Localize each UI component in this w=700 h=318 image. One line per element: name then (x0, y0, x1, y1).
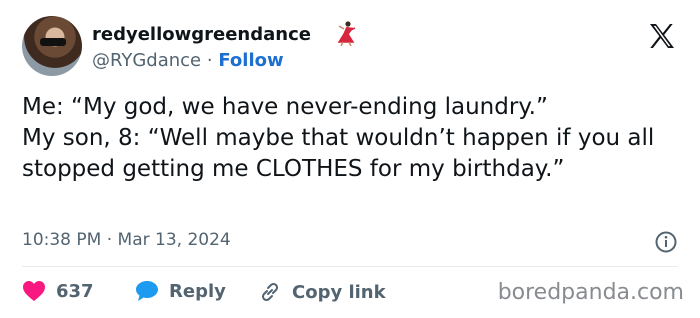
reply-button[interactable]: Reply (135, 280, 226, 302)
divider (22, 266, 678, 267)
x-logo-icon[interactable] (646, 20, 678, 52)
follow-button[interactable]: Follow (218, 50, 283, 71)
separator: · (206, 50, 213, 71)
tweet-timestamp[interactable]: 10:38 PM · Mar 13, 2024 (22, 230, 231, 250)
copy-link-button[interactable]: Copy link (258, 280, 386, 304)
reply-bubble-icon (136, 281, 158, 301)
copy-link-label: Copy link (292, 281, 386, 303)
dancer-emoji-icon (337, 21, 356, 46)
tweet-text: Me: “My god, we have never-ending laundr… (22, 94, 655, 182)
heart-icon (23, 281, 45, 301)
handle[interactable]: @RYGdance (92, 50, 201, 71)
handle-row: @RYGdance · Follow (92, 50, 284, 71)
like-button[interactable]: 637 (22, 280, 94, 302)
avatar[interactable] (22, 16, 82, 76)
link-icon (261, 282, 279, 302)
like-count: 637 (56, 280, 94, 302)
info-icon[interactable] (654, 230, 678, 254)
reply-label: Reply (169, 280, 226, 302)
watermark: boredpanda.com (497, 280, 684, 305)
display-name[interactable]: redyellowgreendance (92, 24, 311, 45)
